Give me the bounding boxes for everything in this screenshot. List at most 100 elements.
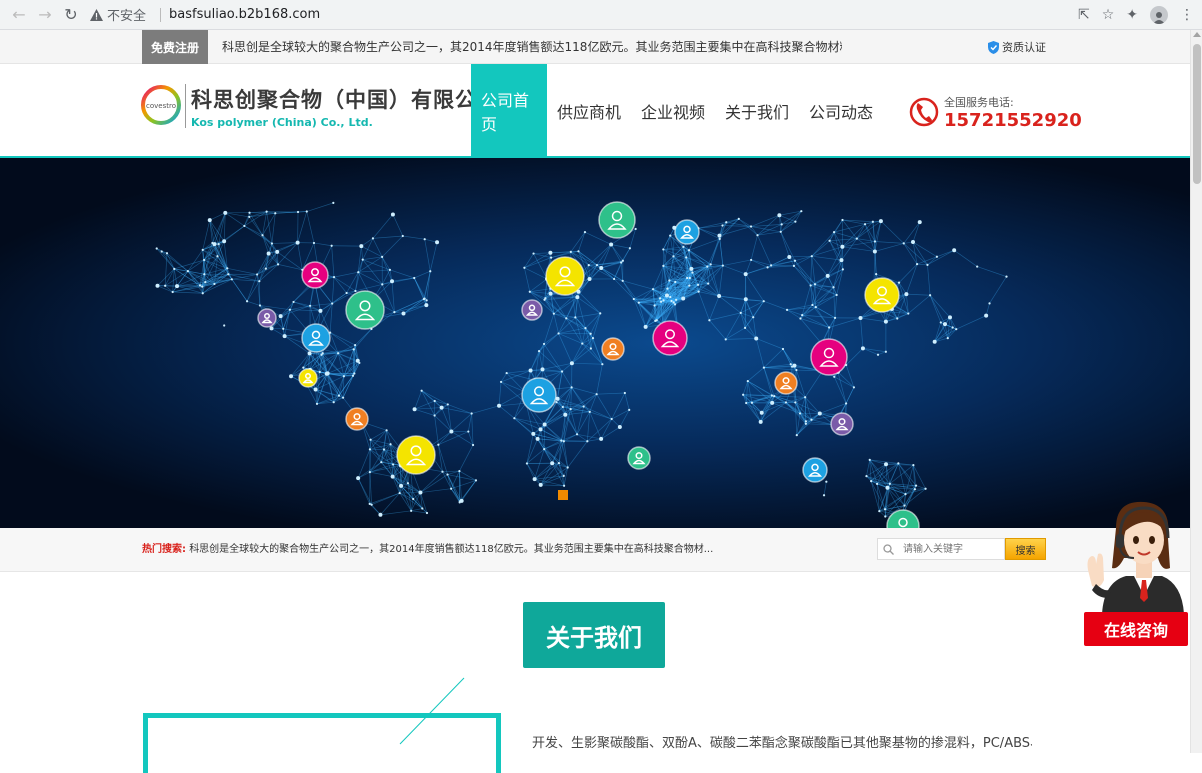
certification-link[interactable]: 资质认证 (988, 30, 1046, 64)
network-node (563, 440, 565, 442)
network-node (686, 277, 688, 279)
network-node (770, 401, 774, 405)
reload-icon[interactable]: ↻ (60, 4, 82, 26)
network-node (500, 381, 502, 383)
network-node (673, 301, 675, 303)
back-icon[interactable]: ← (8, 4, 30, 26)
network-node (164, 285, 166, 287)
search-input[interactable] (899, 538, 1005, 560)
bookmark-star-icon[interactable]: ☆ (1102, 7, 1115, 23)
hot-search-text[interactable]: 科思创是全球较大的聚合物生产公司之一，其2014年度销售额达118亿欧元。其业务… (189, 544, 713, 555)
covestro-logo[interactable]: covestro (141, 82, 181, 128)
network-node (282, 328, 284, 330)
network-node (371, 504, 373, 506)
network-node (555, 401, 557, 403)
network-node (697, 284, 699, 286)
network-node (599, 437, 603, 441)
profile-avatar-icon[interactable] (1150, 6, 1168, 24)
company-name-cn[interactable]: 科思创聚合物（中国）有限公司 (191, 84, 499, 114)
online-consult-widget[interactable]: 在线咨询 (1082, 498, 1190, 648)
network-node (369, 503, 371, 505)
network-node (475, 479, 477, 481)
online-consult-button[interactable]: 在线咨询 (1084, 612, 1188, 646)
hero-banner[interactable] (0, 158, 1202, 528)
main-nav: 公司首页 供应商机 企业视频 关于我们 公司动态 (471, 64, 883, 158)
network-node (385, 429, 387, 431)
network-node (933, 340, 937, 344)
network-node (878, 510, 880, 512)
network-node (434, 400, 436, 402)
nav-item-about[interactable]: 关于我们 (715, 64, 799, 158)
network-node (423, 298, 425, 300)
network-node (216, 255, 218, 257)
network-node (563, 413, 567, 417)
network-node (818, 411, 822, 415)
banner-slide-indicator[interactable] (558, 490, 568, 500)
network-node (719, 238, 721, 240)
scroll-up-arrow-icon[interactable] (1193, 32, 1201, 37)
network-node (874, 240, 876, 242)
network-node (810, 419, 812, 421)
network-node (665, 293, 669, 297)
network-node (381, 256, 383, 258)
page-scrollbar[interactable] (1190, 30, 1202, 753)
network-node (795, 369, 797, 371)
network-node (896, 317, 898, 319)
network-node (780, 231, 782, 233)
user-pin-icon (775, 372, 797, 394)
network-node (458, 470, 460, 472)
network-node (208, 218, 212, 222)
url-text[interactable]: basfsuliao.b2b168.com (169, 7, 320, 22)
network-node (424, 238, 426, 240)
search-strip: 热门搜索: 科思创是全球较大的聚合物生产公司之一，其2014年度销售额达118亿… (0, 528, 1202, 572)
network-node (399, 492, 401, 494)
network-node (584, 327, 586, 329)
network-node (309, 305, 311, 307)
network-node (203, 259, 205, 261)
network-node (446, 473, 448, 475)
network-node (421, 390, 423, 392)
nav-item-video[interactable]: 企业视频 (631, 64, 715, 158)
network-node (471, 412, 473, 414)
network-node (811, 255, 813, 257)
scrollbar-thumb[interactable] (1193, 44, 1201, 184)
network-node (289, 309, 291, 311)
search-button[interactable]: 搜索 (1005, 538, 1046, 560)
network-node (571, 386, 573, 388)
network-node (629, 247, 631, 249)
nav-item-supply[interactable]: 供应商机 (547, 64, 631, 158)
nav-item-home[interactable]: 公司首页 (471, 64, 547, 158)
forward-icon[interactable]: → (34, 4, 56, 26)
network-node (869, 459, 871, 461)
network-node (354, 290, 356, 292)
network-node (538, 350, 540, 352)
network-node (391, 475, 395, 479)
network-node (296, 241, 300, 245)
share-icon[interactable]: ⇱ (1078, 7, 1090, 23)
network-node (872, 221, 874, 223)
network-node (947, 337, 949, 339)
phone-number: 15721552920 (944, 110, 1082, 132)
network-node (155, 284, 159, 288)
network-node (628, 409, 630, 411)
network-node (799, 412, 801, 414)
network-node (660, 301, 662, 303)
network-node (577, 250, 579, 252)
address-bar[interactable]: 不安全 basfsuliao.b2b168.com (90, 4, 320, 26)
network-node (550, 461, 554, 465)
network-node (669, 296, 671, 298)
extensions-puzzle-icon[interactable]: ✦ (1126, 7, 1138, 23)
network-node (590, 333, 592, 335)
network-node (918, 220, 922, 224)
network-node (418, 491, 422, 495)
security-indicator[interactable]: 不安全 (90, 5, 146, 24)
network-node (590, 347, 592, 349)
free-register-button[interactable]: 免费注册 (142, 30, 208, 64)
network-node (274, 212, 276, 214)
menu-kebab-icon[interactable]: ⋮ (1180, 7, 1194, 23)
network-node (243, 225, 245, 227)
nav-item-news[interactable]: 公司动态 (799, 64, 883, 158)
search-box: 搜索 (877, 538, 1046, 560)
network-node (543, 343, 545, 345)
network-node (231, 278, 233, 280)
